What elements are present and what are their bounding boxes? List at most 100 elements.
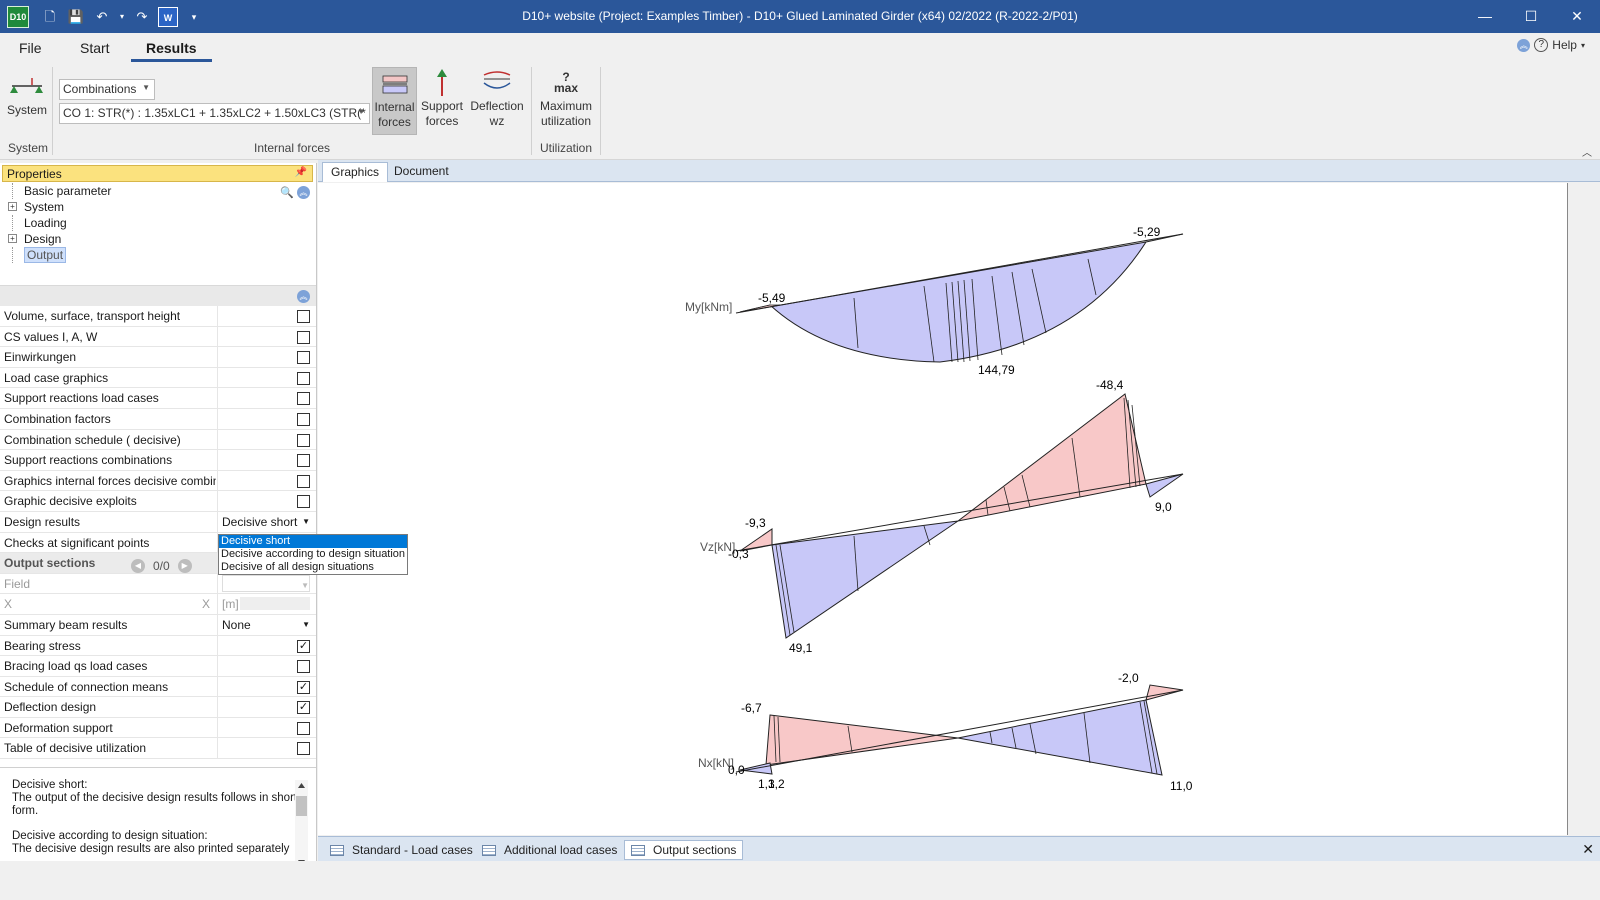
support-forces-line2: forces <box>425 114 459 128</box>
combination-value: CO 1: STR(*) : 1.35xLC1 + 1.35xLC2 + 1.5… <box>63 106 366 120</box>
ribbon-separator <box>52 67 53 155</box>
table-icon <box>631 844 645 856</box>
grid-row-x: X X [m] <box>0 594 316 615</box>
chevron-down-icon: ▼ <box>357 107 365 116</box>
result-type-value: Combinations <box>63 82 137 96</box>
tab-additional-load-cases[interactable]: Additional load cases <box>476 840 623 860</box>
next-icon[interactable]: ▶ <box>177 559 192 574</box>
ribbon-separator <box>600 67 601 155</box>
summary-select[interactable]: None ▼ <box>222 615 310 635</box>
combination-select[interactable]: CO 1: STR(*) : 1.35xLC1 + 1.35xLC2 + 1.5… <box>59 103 370 124</box>
maximize-button[interactable]: ☐ <box>1508 0 1554 33</box>
maximum-utilization-button[interactable]: ? max Maximum utilization <box>536 67 596 129</box>
help-area: ︽ ? Help ▾ <box>1517 38 1585 52</box>
description-box: Decisive short: The output of the decisiv… <box>0 767 316 875</box>
max-util-line1: Maximum <box>539 99 592 113</box>
dropdown-option[interactable]: Decisive short <box>219 535 407 548</box>
my-axis-label: My[kNm] <box>685 300 732 314</box>
grid-row: Bearing stress ✓ <box>0 635 316 657</box>
checkbox[interactable] <box>297 310 310 323</box>
vz-value: 49,1 <box>789 641 813 655</box>
chevron-down-icon: ▼ <box>302 516 310 526</box>
tab-graphics[interactable]: Graphics <box>322 162 389 182</box>
design-results-select[interactable]: Decisive short ▼ <box>222 512 310 532</box>
grid-row-design-results: Design results Decisive short ▼ <box>0 511 316 533</box>
system-beam-icon <box>4 71 50 103</box>
minimize-button[interactable]: — <box>1462 0 1508 33</box>
grid-row: Bracing load qs load cases <box>0 656 316 677</box>
tab-standard-load-cases[interactable]: Standard - Load cases <box>324 840 479 860</box>
table-icon <box>330 844 344 856</box>
field-select: ▼ <box>222 574 310 592</box>
x-input <box>240 597 310 611</box>
tree-item-design[interactable]: + Design <box>8 231 308 247</box>
close-icon[interactable]: ✕ <box>1582 841 1594 858</box>
checkbox[interactable] <box>297 454 310 468</box>
max-utilization-icon: ? max <box>553 70 579 95</box>
checkbox[interactable] <box>297 433 310 447</box>
nx-value: 11,0 <box>1170 779 1193 793</box>
ribbon-collapse-icon[interactable]: ︽ <box>1517 38 1531 52</box>
deflection-button[interactable]: Deflection wz <box>468 67 526 129</box>
dropdown-option[interactable]: Decisive of all design situations <box>219 561 407 574</box>
collapse-up-icon[interactable]: ︽ <box>297 290 310 303</box>
tab-results[interactable]: Results <box>131 40 212 62</box>
checkbox[interactable] <box>297 474 310 488</box>
tab-file[interactable]: File <box>19 40 42 56</box>
tab-output-sections[interactable]: Output sections <box>624 840 744 860</box>
help-dropdown-icon[interactable]: ▾ <box>1581 41 1585 50</box>
help-icon[interactable]: ? <box>1534 38 1549 52</box>
grid-row: Table of decisive utilization <box>0 738 316 760</box>
checkbox[interactable]: ✓ <box>297 680 310 694</box>
properties-panel: Properties 📌 Basic parameter + System Loa… <box>0 163 317 875</box>
dropdown-option[interactable]: Decisive according to design situation <box>219 548 407 561</box>
checkbox[interactable]: ✓ <box>297 701 310 715</box>
tree-item-loading[interactable]: Loading <box>8 215 308 231</box>
checkbox[interactable] <box>297 392 310 406</box>
search-icon[interactable]: 🔍 <box>280 186 294 199</box>
grid-row: CS values I, A, W <box>0 326 316 348</box>
properties-header: Properties 📌 <box>2 165 313 182</box>
support-forces-button[interactable]: Support forces <box>419 67 465 129</box>
checkbox[interactable]: ✓ <box>297 639 310 653</box>
checkbox[interactable] <box>297 495 310 509</box>
graphics-canvas[interactable]: My[kNm] -5,49 -5,29 144,79 Vz[kN] -9,3 -… <box>318 183 1568 835</box>
nx-value: -2,0 <box>1118 671 1139 685</box>
internal-forces-button[interactable]: Internal forces <box>372 67 417 135</box>
tree-item-basic-parameter[interactable]: Basic parameter <box>8 183 308 199</box>
expand-icon[interactable]: + <box>8 202 17 211</box>
pin-icon[interactable]: 📌 <box>295 167 307 178</box>
tab-start[interactable]: Start <box>80 40 110 56</box>
expand-icon[interactable]: + <box>8 234 17 243</box>
deflection-line1: Deflection <box>470 99 524 113</box>
grid-row: Volume, surface, transport height <box>0 306 316 327</box>
checkbox[interactable] <box>297 330 310 344</box>
previous-icon[interactable]: ◀ <box>131 559 145 574</box>
collapse-up-icon[interactable]: ︽ <box>297 186 310 199</box>
checkbox[interactable] <box>297 721 310 735</box>
vz-value: -9,3 <box>745 516 766 530</box>
close-button[interactable]: ✕ <box>1554 0 1600 33</box>
nx-value: 0,0 <box>728 763 745 777</box>
support-arrow-icon <box>419 67 465 99</box>
checkbox[interactable] <box>297 371 310 385</box>
utilization-group-label: Utilization <box>540 141 593 155</box>
ribbon-separator <box>531 67 532 155</box>
tree-item-output[interactable]: Output <box>8 247 308 263</box>
grid-row: Support reactions combinations <box>0 450 316 471</box>
result-type-select[interactable]: Combinations ▼ <box>59 79 155 100</box>
checkbox[interactable] <box>297 660 310 674</box>
system-button[interactable]: System <box>4 71 50 118</box>
tree-item-system[interactable]: + System <box>8 199 308 215</box>
help-menu[interactable]: Help <box>1552 38 1577 52</box>
description-scrollbar[interactable] <box>295 780 308 868</box>
chevron-down-icon: ▼ <box>301 580 309 590</box>
checkbox[interactable] <box>297 351 310 365</box>
property-grid: Volume, surface, transport height CS val… <box>0 306 316 760</box>
tab-document[interactable]: Document <box>386 162 457 182</box>
checkbox[interactable] <box>297 412 310 426</box>
checkbox[interactable] <box>297 742 310 756</box>
window-title: D10+ website (Project: Examples Timber) … <box>522 9 1078 23</box>
properties-title: Properties <box>7 167 62 181</box>
chevron-up-icon[interactable]: ︿ <box>1582 144 1592 159</box>
